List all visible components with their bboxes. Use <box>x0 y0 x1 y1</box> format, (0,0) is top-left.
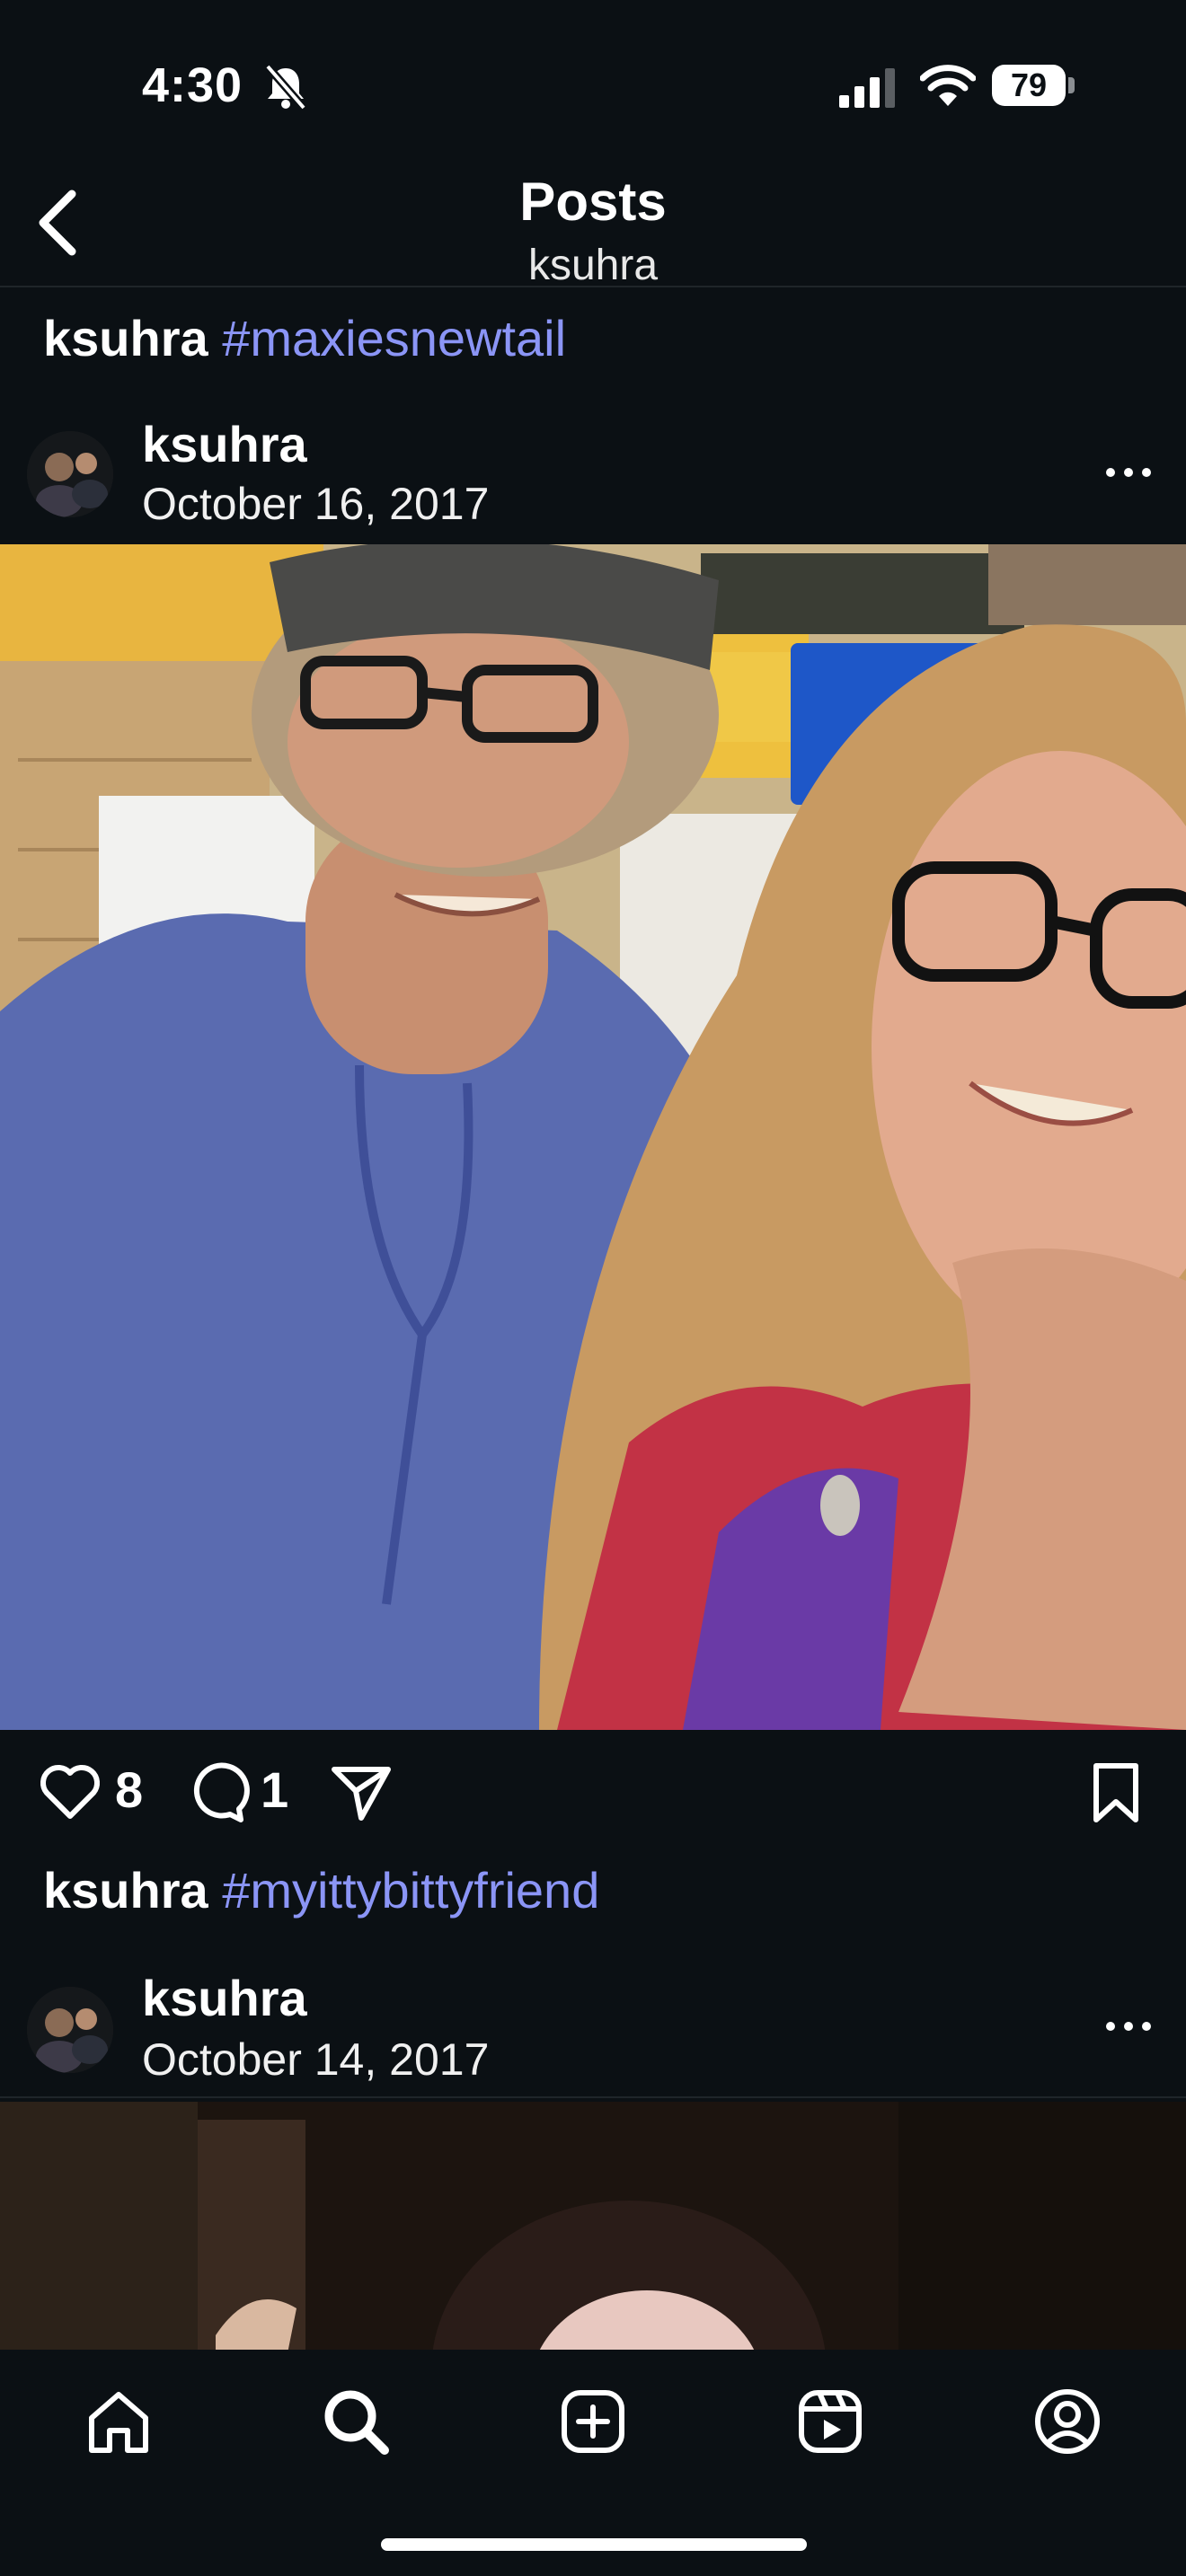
post-username[interactable]: ksuhra <box>142 415 307 473</box>
post-username[interactable]: ksuhra <box>142 1969 307 2027</box>
bell-off-icon <box>264 64 307 110</box>
bookmark-icon[interactable] <box>1084 1760 1148 1825</box>
page-title: Posts <box>519 172 667 232</box>
avatar[interactable] <box>27 431 113 517</box>
comment-icon[interactable] <box>185 1760 250 1825</box>
profile-icon[interactable] <box>1031 2386 1103 2457</box>
home-icon[interactable] <box>83 2386 155 2457</box>
nav-divider <box>0 286 1186 287</box>
post-date: October 16, 2017 <box>142 479 490 529</box>
post-photo[interactable] <box>0 544 1186 1730</box>
search-icon[interactable] <box>320 2386 392 2457</box>
post-date: October 14, 2017 <box>142 2034 490 2085</box>
comment-count[interactable]: 1 <box>261 1760 288 1819</box>
caption-hashtag[interactable]: #myittybittyfriend <box>222 1862 599 1919</box>
post-divider <box>0 2096 1186 2098</box>
post-photo[interactable] <box>0 2102 1186 2353</box>
battery-level: 79 <box>1010 66 1048 103</box>
avatar[interactable] <box>27 1987 113 2073</box>
share-icon[interactable] <box>329 1760 394 1825</box>
post-caption: ksuhra #myittybittyfriend <box>43 1861 599 1919</box>
caption-username[interactable]: ksuhra <box>43 1862 208 1919</box>
page-subtitle: ksuhra <box>527 242 659 289</box>
heart-icon[interactable] <box>38 1760 102 1825</box>
create-icon[interactable] <box>557 2386 629 2457</box>
status-time: 4:30 <box>142 58 243 112</box>
caption-hashtag[interactable]: #maxiesnewtail <box>222 310 566 366</box>
caption-username[interactable]: ksuhra <box>43 310 208 366</box>
post-caption: ksuhra #maxiesnewtail <box>43 309 566 367</box>
battery-icon: 79 <box>992 65 1075 108</box>
more-icon[interactable] <box>1102 2016 1155 2037</box>
reels-icon[interactable] <box>794 2386 866 2457</box>
like-count[interactable]: 8 <box>115 1760 143 1819</box>
home-indicator <box>381 2538 807 2551</box>
wifi-icon <box>920 65 976 106</box>
more-icon[interactable] <box>1102 462 1155 483</box>
signal-icon <box>839 68 895 108</box>
